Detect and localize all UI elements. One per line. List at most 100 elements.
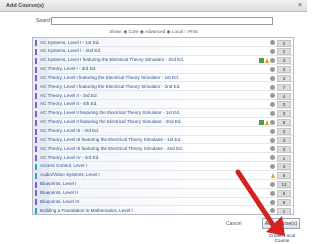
dialog-footer: Cancel Add Course(s) Create Local Course <box>0 215 307 244</box>
dialog-titlebar: Add Course(s) × <box>0 0 307 12</box>
gear-icon <box>270 181 275 187</box>
course-status-icons <box>251 119 275 126</box>
course-status-icons <box>251 75 275 81</box>
course-type-bar <box>35 48 37 55</box>
course-row[interactable]: Audio/Video Systems, Level I 6 <box>33 172 293 180</box>
gear-icon <box>270 137 275 143</box>
course-row[interactable]: AC Theory, Level IV - 3rd Ed. 1 <box>33 154 293 163</box>
course-status-icons <box>251 181 275 188</box>
gear-icon <box>270 119 275 125</box>
course-row[interactable]: AC Theory, Level II - 4th Ed. 3 <box>33 101 293 110</box>
course-type-bar <box>35 128 37 135</box>
course-row[interactable]: AC Theory, Level I featuring the Electri… <box>33 74 293 83</box>
course-label: AC Theory, Level III featuring the Elect… <box>40 136 182 142</box>
course-row[interactable]: Blueprints, Level II 6 <box>33 189 293 198</box>
search-input[interactable] <box>51 17 273 25</box>
warning-icon <box>265 57 269 63</box>
course-row[interactable]: AC Theory, Level I - 3rd Ed. 3 <box>33 66 293 74</box>
course-type-bar <box>35 208 37 214</box>
filter-options[interactable]: Show: ◉ Core ◉ Advanced ◉ Local ○ Print <box>0 29 307 35</box>
course-row[interactable]: AC Theory, Level I featuring the Electri… <box>33 83 293 92</box>
course-label: Blueprints, Level I <box>40 181 77 187</box>
course-type-bar <box>35 84 37 91</box>
course-type-bar <box>35 66 37 73</box>
course-type-bar <box>35 181 37 188</box>
gear-icon <box>270 49 275 55</box>
create-local-course-link[interactable]: Create Local Course <box>262 233 302 243</box>
course-row[interactable]: AC Theory, Level II featuring the Electr… <box>33 119 293 127</box>
add-courses-button[interactable]: Add Course(s) <box>262 218 300 229</box>
course-row[interactable]: AC Systems, Level I - 1st Ed. 2 <box>33 39 293 48</box>
course-row[interactable]: AC Systems, Level I - 2nd Ed. 2 <box>33 48 293 56</box>
course-status-icons <box>251 190 275 196</box>
course-label: AC Theory, Level I featuring the Electri… <box>40 83 181 89</box>
course-type-bar <box>35 199 37 206</box>
course-row[interactable]: AC Theory, Level II featuring the Electr… <box>33 110 293 118</box>
course-label: Blueprints, Level II <box>40 189 78 195</box>
course-count-badge: 3 <box>277 66 291 74</box>
course-status-icons <box>251 173 275 179</box>
gear-icon <box>270 93 275 99</box>
gear-icon <box>270 208 275 214</box>
course-status-icons <box>251 93 275 99</box>
course-type-bar <box>35 119 37 126</box>
course-label: AC Theory, Level II featuring the Electr… <box>40 119 182 125</box>
course-status-icons <box>251 66 275 73</box>
gear-icon <box>270 190 275 196</box>
gear-icon <box>270 111 275 117</box>
course-status-icons <box>251 208 275 214</box>
course-status-icons <box>251 111 275 117</box>
course-count-badge: 3 <box>277 57 291 65</box>
course-label: AC Theory, Level II - 4th Ed. <box>40 101 98 107</box>
course-status-icons <box>251 146 275 152</box>
course-row[interactable]: AC Theory, Level II - 3rd Ed. 4 <box>33 92 293 101</box>
course-count-badge: 5 <box>277 119 291 127</box>
course-type-bar <box>35 110 37 117</box>
course-row[interactable]: AC Theory, Level III - 3rd Ed. 3 <box>33 128 293 136</box>
course-type-bar <box>35 75 37 82</box>
course-status-icons <box>251 40 275 46</box>
course-count-badge: 3 <box>277 74 291 82</box>
course-count-badge: 6 <box>277 172 291 180</box>
course-label: AC Theory, Level I - 3rd Ed. <box>40 66 97 72</box>
gear-icon <box>270 66 275 72</box>
gear-icon <box>270 57 275 63</box>
course-status-icons <box>251 137 275 143</box>
course-status-icons <box>251 57 275 64</box>
course-row[interactable]: Access Control, Level I 4 <box>33 163 293 171</box>
course-type-bar <box>35 93 37 100</box>
course-status-icons <box>251 49 275 55</box>
course-label: Building a Foundation in Mathematics, Le… <box>40 207 133 213</box>
course-row[interactable]: AC Theory, Level III featuring the Elect… <box>33 145 293 154</box>
course-row[interactable]: Blueprints, Level I 13 <box>33 181 293 189</box>
course-count-badge: 6 <box>277 198 291 206</box>
course-type-bar <box>35 146 37 153</box>
course-list[interactable]: AC Systems, Level I - 1st Ed. 2 AC Systems… <box>32 37 294 215</box>
course-type-bar <box>35 57 37 64</box>
course-count-badge: 2 <box>277 48 291 56</box>
course-row[interactable]: AC Theory, Level III featuring the Elect… <box>33 136 293 145</box>
green-status-icon <box>259 57 264 63</box>
course-count-badge: 3 <box>277 101 291 109</box>
course-count-badge: 3 <box>277 145 291 153</box>
course-count-badge: 1 <box>277 154 291 162</box>
course-row[interactable]: AC Systems, Level I featuring the Electr… <box>33 57 293 65</box>
course-row[interactable]: Blueprints, Level III 6 <box>33 198 293 207</box>
course-label: Audio/Video Systems, Level I <box>40 172 100 178</box>
course-label: Blueprints, Level III <box>40 198 80 204</box>
cancel-button[interactable]: Cancel <box>226 221 242 227</box>
course-count-badge: 3 <box>277 110 291 118</box>
gear-icon <box>270 146 275 152</box>
course-count-badge: 4 <box>277 92 291 100</box>
gear-icon <box>270 75 275 81</box>
course-status-icons <box>251 84 275 90</box>
course-row[interactable]: Building a Foundation in Mathematics, Le… <box>33 207 293 214</box>
close-icon[interactable]: × <box>298 0 302 12</box>
course-type-bar <box>35 163 37 170</box>
gear-icon <box>270 199 275 205</box>
course-type-bar <box>35 137 37 144</box>
warning-icon <box>271 173 275 179</box>
course-count-badge: 4 <box>277 163 291 171</box>
course-status-icons <box>251 199 275 205</box>
course-label: AC Theory, Level III featuring the Elect… <box>40 145 183 151</box>
